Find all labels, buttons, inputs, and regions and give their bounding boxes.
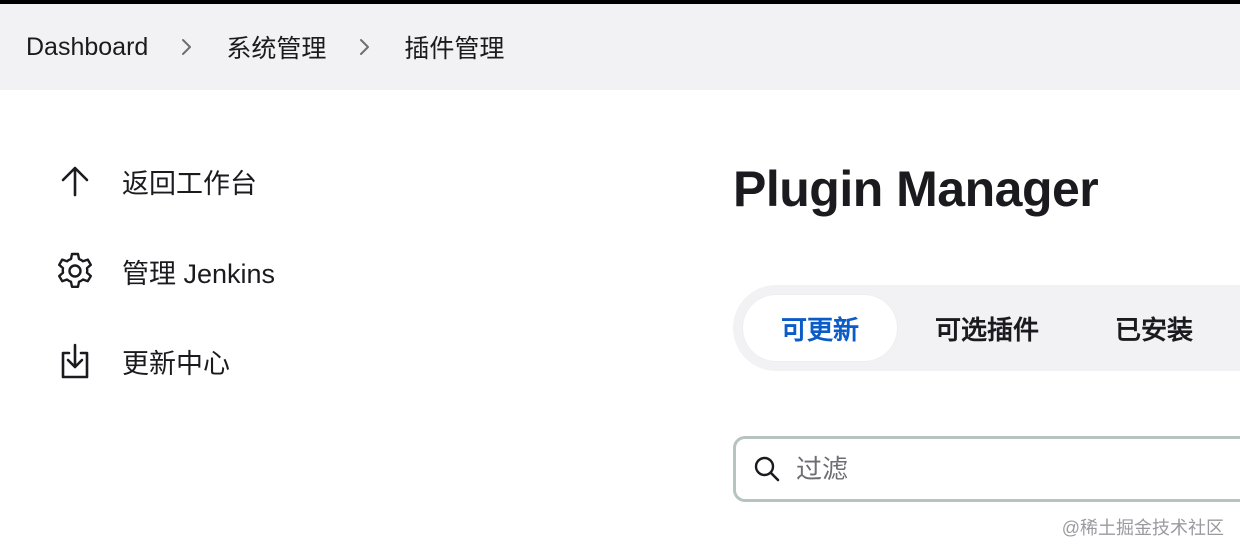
sidebar-item-manage-jenkins[interactable]: 管理 Jenkins xyxy=(52,248,452,294)
tab-updates[interactable]: 可更新 xyxy=(743,295,898,361)
page-title: Plugin Manager xyxy=(733,161,1099,217)
gear-icon xyxy=(52,248,98,294)
sidebar-item-update-center[interactable]: 更新中心 xyxy=(52,338,452,384)
sidebar: 返回工作台 管理 Jenkins 更新中心 xyxy=(52,158,452,428)
sidebar-item-label: 更新中心 xyxy=(122,348,230,379)
chevron-right-icon xyxy=(148,27,226,67)
plugin-tabs: 可更新 可选插件 已安装 xyxy=(733,285,1240,371)
download-icon xyxy=(52,338,98,384)
filter-field xyxy=(733,436,1240,502)
sidebar-item-label: 管理 Jenkins xyxy=(122,258,276,289)
sidebar-item-label: 返回工作台 xyxy=(122,168,257,199)
tab-installed[interactable]: 已安装 xyxy=(1077,295,1231,361)
breadcrumb: Dashboard 系统管理 插件管理 xyxy=(0,4,1240,90)
arrow-up-icon xyxy=(52,158,98,204)
search-icon xyxy=(754,456,780,482)
sidebar-item-back-to-dashboard[interactable]: 返回工作台 xyxy=(52,158,452,204)
breadcrumb-plugin-manage[interactable]: 插件管理 xyxy=(404,29,504,65)
chevron-right-icon xyxy=(326,27,404,67)
tab-available-plugins[interactable]: 可选插件 xyxy=(897,295,1077,361)
breadcrumb-dashboard[interactable]: Dashboard xyxy=(26,33,148,62)
breadcrumb-system-manage[interactable]: 系统管理 xyxy=(226,29,326,65)
filter-input[interactable] xyxy=(796,453,1196,485)
watermark: @稀土掘金技术社区 xyxy=(1061,518,1224,538)
